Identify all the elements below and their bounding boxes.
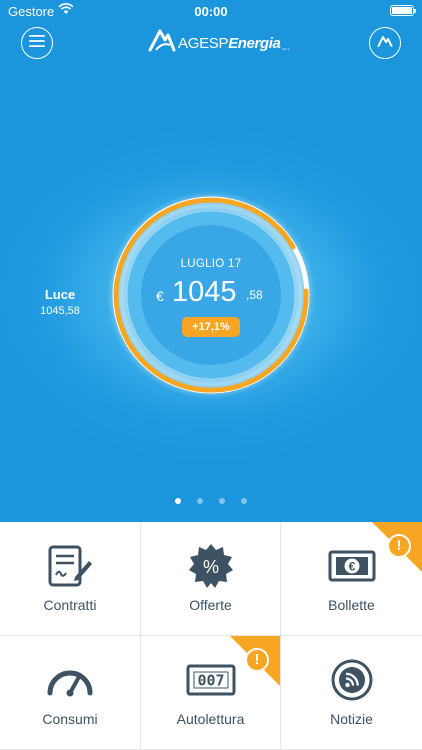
amount-integer: 1045 bbox=[172, 276, 237, 308]
tile-autolettura[interactable]: 007 Autolettura ! bbox=[141, 636, 281, 750]
warning-icon: ! bbox=[387, 534, 411, 558]
consumption-gauge[interactable]: LUGLIO 17 € 1045 ,58 +17,1% bbox=[106, 190, 316, 400]
tile-label: Bollette bbox=[328, 597, 375, 613]
currency-symbol: € bbox=[156, 288, 164, 304]
brand-mark-icon bbox=[377, 34, 393, 53]
hero-panel: Gestore 00:00 AGESP Energia s.r.l. Luce … bbox=[0, 0, 422, 522]
page-dot[interactable] bbox=[219, 498, 225, 504]
menu-button[interactable] bbox=[21, 27, 53, 59]
brand-shortcut-button[interactable] bbox=[369, 27, 401, 59]
svg-text:007: 007 bbox=[197, 672, 224, 690]
contract-icon bbox=[48, 545, 92, 587]
tile-label: Autolettura bbox=[176, 711, 245, 727]
change-badge: +17,1% bbox=[182, 317, 240, 337]
rss-icon bbox=[331, 659, 372, 701]
tile-notizie[interactable]: Notizie bbox=[281, 636, 422, 750]
svg-text:€: € bbox=[348, 560, 355, 574]
supply-type-label: Luce bbox=[44, 287, 76, 302]
logo-text-energia: Energia bbox=[228, 34, 281, 52]
battery-icon bbox=[390, 5, 416, 16]
clock: 00:00 bbox=[194, 4, 228, 19]
logo-suffix: s.r.l. bbox=[282, 45, 290, 51]
tile-label: Contratti bbox=[43, 597, 97, 613]
logo-mark-icon bbox=[148, 28, 176, 59]
page-indicator bbox=[0, 498, 422, 504]
tile-offerte[interactable]: % Offerte bbox=[141, 522, 281, 636]
tile-contratti[interactable]: Contratti bbox=[0, 522, 141, 636]
svg-text:%: % bbox=[202, 557, 218, 577]
tile-label: Notizie bbox=[330, 711, 373, 727]
hamburger-icon bbox=[29, 34, 45, 52]
percent-badge-icon: % bbox=[188, 544, 233, 588]
brand-logo: AGESP Energia s.r.l. bbox=[148, 28, 290, 59]
tile-label: Consumi bbox=[42, 711, 98, 727]
tile-label: Offerte bbox=[189, 597, 232, 613]
page-dot[interactable] bbox=[175, 498, 181, 504]
tile-consumi[interactable]: Consumi bbox=[0, 636, 141, 750]
page-dot[interactable] bbox=[197, 498, 203, 504]
logo-text-agesp: AGESP bbox=[178, 34, 229, 52]
feature-grid: Contratti % Offerte € Bollette ! Consumi… bbox=[0, 522, 422, 750]
meter-counter-icon: 007 bbox=[186, 664, 235, 696]
banknote-icon: € bbox=[328, 550, 375, 582]
period-label: LUGLIO 17 bbox=[180, 258, 242, 270]
status-bar: Gestore 00:00 bbox=[0, 0, 422, 22]
supply-value: 1045,58 bbox=[40, 305, 80, 317]
page-dot[interactable] bbox=[241, 498, 247, 504]
gauge-icon bbox=[47, 670, 93, 697]
supply-summary[interactable]: Luce 1045,58 bbox=[30, 287, 90, 317]
amount-decimal: ,58 bbox=[246, 288, 263, 302]
warning-icon: ! bbox=[245, 648, 269, 672]
tile-bollette[interactable]: € Bollette ! bbox=[281, 522, 422, 636]
